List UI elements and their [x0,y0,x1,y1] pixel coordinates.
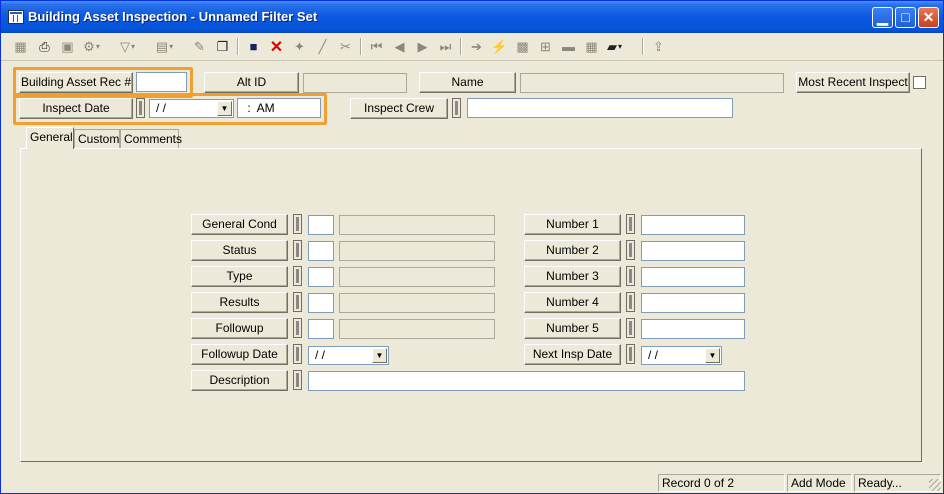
results-button[interactable]: Results [191,292,288,313]
name-button[interactable]: Name [419,72,516,93]
mode-indicator: Add Mode [787,474,852,492]
number-5-input[interactable] [641,319,745,339]
status-marker-icon[interactable] [293,240,302,260]
description-input[interactable] [308,371,745,391]
type-code-input[interactable] [308,267,334,287]
delete-icon[interactable]: ✕ [266,36,287,57]
inspect-crew-marker-icon[interactable] [452,98,461,118]
copy-icon[interactable]: ❐ [212,36,233,57]
number-4-marker-icon[interactable] [626,292,635,312]
grid-view-icon[interactable]: ▦ [10,36,31,57]
first-record-icon[interactable]: ⏮ [366,36,387,57]
next-insp-date-value: / / [648,348,659,362]
save-icon[interactable]: ■ [243,36,264,57]
alt-id-field[interactable] [303,73,407,93]
tools-icon[interactable]: ⚙ ▾ [81,36,102,57]
cut-icon[interactable]: ✂ [335,36,356,57]
tab-general[interactable]: General [26,127,74,149]
attach-icon[interactable]: ✎ [189,36,210,57]
general-cond-button[interactable]: General Cond [191,214,288,235]
record-count: Record 0 of 2 [658,474,785,492]
number-2-input[interactable] [641,241,745,261]
window-title: Building Asset Inspection - Unnamed Filt… [28,9,318,24]
followup-marker-icon[interactable] [293,318,302,338]
alt-id-button[interactable]: Alt ID [204,72,299,93]
status-button[interactable]: Status [191,240,288,261]
name-field[interactable] [520,73,784,93]
general-cond-desc-field[interactable] [339,215,495,235]
number-1-marker-icon[interactable] [626,214,635,234]
followup-date-marker-icon[interactable] [293,344,302,364]
maximize-button[interactable]: □ [895,7,916,28]
map-icon[interactable]: ▩ [512,36,533,57]
highlight-inspect-date [13,93,327,125]
followup-code-input[interactable] [308,319,334,339]
close-button[interactable]: ✕ [918,7,939,28]
type-button[interactable]: Type [191,266,288,287]
number-1-button[interactable]: Number 1 [524,214,621,235]
followup-desc-field[interactable] [339,319,495,339]
most-recent-inspect-checkbox[interactable] [913,76,926,89]
followup-button[interactable]: Followup [191,318,288,339]
most-recent-inspect-button[interactable]: Most Recent Inspect [796,72,910,93]
toolbar: ▦ ⎙ ▣ ⚙ ▾ ▽ ▾ ▤ ▾ ✎ ❐ ■ ✕ ✦ ╱ ✂ ⏮ ◀ ▶ ⏭ ➔ ⚡… [1,33,943,61]
book-icon[interactable]: ▰ ▾ [604,36,625,57]
run-icon[interactable]: ⚡ [489,36,510,57]
number-3-marker-icon[interactable] [626,266,635,286]
followup-date-button[interactable]: Followup Date [191,344,288,365]
status-text: Ready... [854,474,941,492]
minimize-button[interactable]: ▁ [872,7,893,28]
app-table-icon [8,10,24,24]
results-desc-field[interactable] [339,293,495,313]
description-marker-icon[interactable] [293,370,302,390]
followup-date-picker[interactable]: / / ▼ [308,346,389,365]
status-desc-field[interactable] [339,241,495,261]
print-preview-icon[interactable]: ▣ [57,36,78,57]
resize-grip-icon[interactable] [929,479,941,491]
edit-icon[interactable]: ╱ [312,36,333,57]
results-marker-icon[interactable] [293,292,302,312]
tab-custom[interactable]: Custom [74,129,120,149]
main-window: Building Asset Inspection - Unnamed Filt… [0,0,944,494]
inspect-crew-button[interactable]: Inspect Crew [350,98,448,119]
goto-icon[interactable]: ➔ [466,36,487,57]
number-3-input[interactable] [641,267,745,287]
export-icon[interactable]: ⇪ [648,36,669,57]
filter-icon[interactable]: ▽ ▾ [117,36,138,57]
next-record-icon[interactable]: ▶ [412,36,433,57]
tab-comments[interactable]: Comments [120,129,182,149]
last-record-icon[interactable]: ⏭ [435,36,456,57]
next-insp-date-button[interactable]: Next Insp Date [524,344,621,365]
followup-date-dropdown-icon[interactable]: ▼ [372,348,387,363]
previous-record-icon[interactable]: ◀ [389,36,410,57]
inspect-crew-input[interactable] [467,98,733,118]
number-2-marker-icon[interactable] [626,240,635,260]
next-insp-date-dropdown-icon[interactable]: ▼ [705,348,720,363]
title-bar[interactable]: Building Asset Inspection - Unnamed Filt… [1,1,943,33]
followup-date-value: / / [315,348,326,362]
number-4-input[interactable] [641,293,745,313]
calendar-icon[interactable]: ▦ [581,36,602,57]
type-marker-icon[interactable] [293,266,302,286]
next-insp-date-marker-icon[interactable] [626,344,635,364]
tree-icon[interactable]: ⊞ [535,36,556,57]
general-cond-marker-icon[interactable] [293,214,302,234]
number-3-button[interactable]: Number 3 [524,266,621,287]
number-5-marker-icon[interactable] [626,318,635,338]
status-code-input[interactable] [308,241,334,261]
status-bar: Record 0 of 2 Add Mode Ready... [1,473,943,493]
results-code-input[interactable] [308,293,334,313]
number-1-input[interactable] [641,215,745,235]
general-cond-code-input[interactable] [308,215,334,235]
type-desc-field[interactable] [339,267,495,287]
number-2-button[interactable]: Number 2 [524,240,621,261]
number-4-button[interactable]: Number 4 [524,292,621,313]
report-icon[interactable]: ▤ ▾ [154,36,175,57]
stamp-icon[interactable]: ✦ [289,36,310,57]
form-icon[interactable]: ▬ [558,36,579,57]
print-icon[interactable]: ⎙ [34,36,55,57]
description-button[interactable]: Description [191,370,288,391]
number-5-button[interactable]: Number 5 [524,318,621,339]
next-insp-date-picker[interactable]: / / ▼ [641,346,722,365]
